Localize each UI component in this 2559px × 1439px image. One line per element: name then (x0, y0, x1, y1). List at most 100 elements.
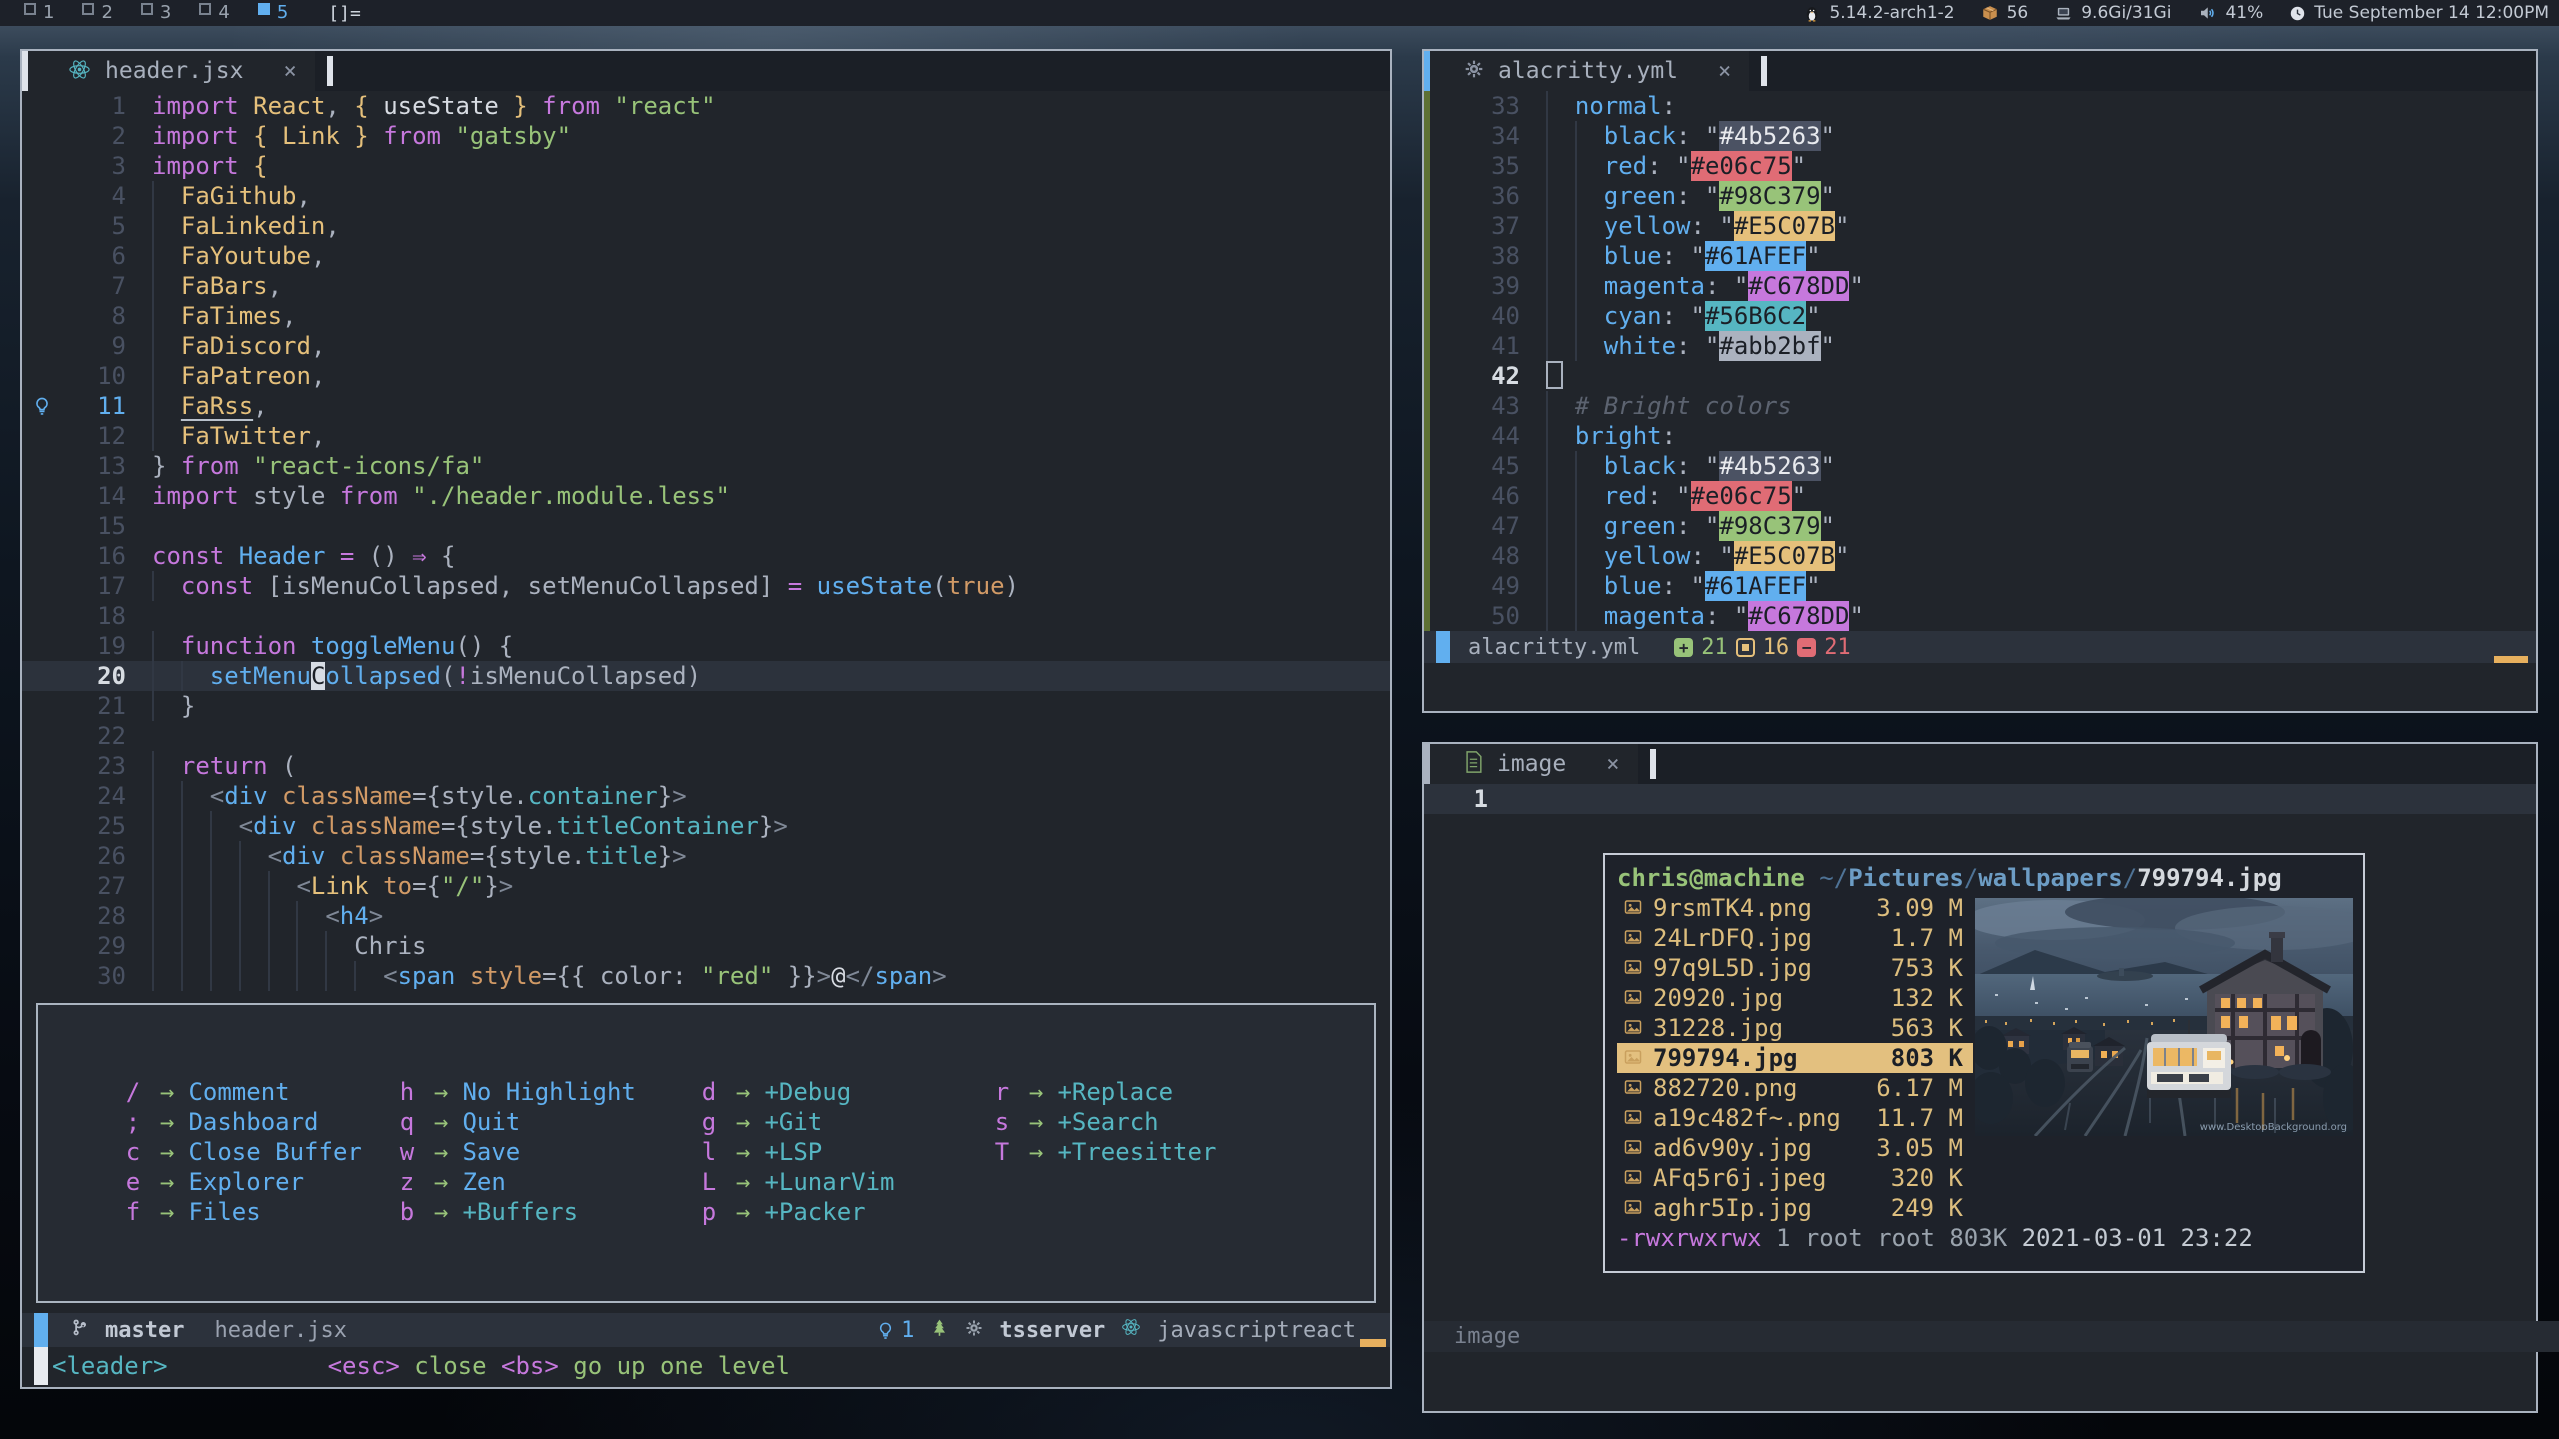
code-area-left[interactable]: 1import React, { useState } from "react"… (22, 91, 1390, 991)
code-text: FaDiscord, (152, 331, 325, 361)
code-line[interactable]: 25<div className={style.titleContainer}> (22, 811, 1390, 841)
code-line[interactable]: 38blue: "#61AFEF" (1424, 241, 2536, 271)
code-line[interactable]: 50magenta: "#C678DD" (1424, 601, 2536, 631)
code-line[interactable]: 43# Bright colors (1424, 391, 2536, 421)
code-area-image[interactable]: 1 (1424, 784, 2536, 814)
code-line[interactable]: 34black: "#4b5263" (1424, 121, 2536, 151)
tab-image[interactable]: image × (1430, 744, 1638, 784)
code-line[interactable]: 11FaRss, (22, 391, 1390, 421)
status-modules: 5.14.2-arch1-2569.6Gi/31Gi41%Tue Septemb… (1803, 3, 2549, 23)
code-line[interactable]: 2import { Link } from "gatsby" (22, 121, 1390, 151)
code-area-alacritty[interactable]: 33normal:34black: "#4b5263"35red: "#e06c… (1424, 91, 2536, 631)
indent-guide (239, 931, 268, 961)
code-line[interactable]: 3import { (22, 151, 1390, 181)
code-line[interactable]: 39magenta: "#C678DD" (1424, 271, 2536, 301)
code-line[interactable]: 27<Link to={"/"}> (22, 871, 1390, 901)
tab-headerjsx[interactable]: header.jsx × (28, 51, 315, 91)
code-line[interactable]: 30<span style={{ color: "red" }}>@</span… (22, 961, 1390, 991)
close-icon[interactable]: × (1718, 59, 1731, 84)
code-line[interactable]: 35red: "#e06c75" (1424, 151, 2536, 181)
code-line[interactable]: 19function toggleMenu() { (22, 631, 1390, 661)
file-row-selected[interactable]: 799794.jpg803 K (1617, 1043, 1973, 1073)
indent-guide (296, 931, 325, 961)
code-text: normal: (1546, 91, 1676, 121)
code-text: import style from "./header.module.less" (152, 481, 730, 511)
workspace-button-2[interactable]: 2 (72, 2, 122, 24)
code-line[interactable]: 8FaTimes, (22, 301, 1390, 331)
volume-icon (2197, 4, 2217, 22)
file-row[interactable]: ad6v90y.jpg3.05 M (1617, 1133, 1973, 1163)
code-line[interactable]: 40cyan: "#56B6C2" (1424, 301, 2536, 331)
code-line[interactable]: 16const Header = () ⇒ { (22, 541, 1390, 571)
file-row[interactable]: 20920.jpg132 K (1617, 983, 1973, 1013)
code-line[interactable]: 45black: "#4b5263" (1424, 451, 2536, 481)
lightbulb-icon[interactable] (32, 394, 52, 424)
code-text: FaTimes, (152, 301, 297, 331)
code-line[interactable]: 18 (22, 601, 1390, 631)
code-line[interactable]: 4FaGithub, (22, 181, 1390, 211)
code-line[interactable]: 6FaYoutube, (22, 241, 1390, 271)
code-line[interactable]: 44bright: (1424, 421, 2536, 451)
line-number: 21 (97, 691, 126, 721)
code-line[interactable]: 48yellow: "#E5C07B" (1424, 541, 2536, 571)
file-row[interactable]: 31228.jpg563 K (1617, 1013, 1973, 1043)
code-line[interactable]: 23return ( (22, 751, 1390, 781)
file-row[interactable]: 97q9L5D.jpg753 K (1617, 953, 1973, 983)
file-row[interactable]: a19c482f~.png11.7 M (1617, 1103, 1973, 1133)
file-icon (1464, 751, 1483, 777)
code-line[interactable]: 26<div className={style.title}> (22, 841, 1390, 871)
whichkey-binding: /→Comment (120, 1077, 394, 1107)
code-line[interactable]: 14import style from "./header.module.les… (22, 481, 1390, 511)
code-line[interactable]: 36green: "#98C379" (1424, 181, 2536, 211)
whichkey-binding: p→+Packer (696, 1197, 989, 1227)
code-line[interactable]: 22 (22, 721, 1390, 751)
tab-alacritty[interactable]: alacritty.yml × (1430, 51, 1749, 91)
workspace-button-4[interactable]: 4 (189, 2, 239, 24)
workspace-button-1[interactable]: 1 (14, 2, 64, 24)
code-line[interactable]: 15 (22, 511, 1390, 541)
code-line[interactable]: 1 (1424, 784, 2536, 814)
code-line[interactable]: 5FaLinkedin, (22, 211, 1390, 241)
file-row[interactable]: 882720.png6.17 M (1617, 1073, 1973, 1103)
whichkey-binding: L→+LunarVim (696, 1167, 989, 1197)
line-number: 12 (97, 421, 126, 451)
code-line[interactable]: 10FaPatreon, (22, 361, 1390, 391)
code-line[interactable]: 29Chris (22, 931, 1390, 961)
diff-changed-icon (1736, 638, 1755, 657)
indent-guide (210, 871, 239, 901)
workspace-button-3[interactable]: 3 (131, 2, 181, 24)
code-line[interactable]: 47green: "#98C379" (1424, 511, 2536, 541)
file-row[interactable]: AFq5r6j.jpeg320 K (1617, 1163, 1973, 1193)
code-line[interactable]: 12FaTwitter, (22, 421, 1390, 451)
code-line[interactable]: 13} from "react-icons/fa" (22, 451, 1390, 481)
close-icon[interactable]: × (283, 59, 296, 84)
file-row[interactable]: aghr5Ip.jpg249 K (1617, 1193, 1973, 1223)
line-number: 23 (97, 751, 126, 781)
code-line[interactable]: 9FaDiscord, (22, 331, 1390, 361)
code-line[interactable]: 1import React, { useState } from "react" (22, 91, 1390, 121)
close-icon[interactable]: × (1606, 752, 1619, 777)
code-line[interactable]: 46red: "#e06c75" (1424, 481, 2536, 511)
code-line[interactable]: 20setMenuCollapsed(!isMenuCollapsed) (22, 661, 1390, 691)
code-line[interactable]: 24<div className={style.container}> (22, 781, 1390, 811)
code-text: white: "#abb2bf" (1546, 331, 1835, 361)
file-row[interactable]: 9rsmTK4.png3.09 M (1617, 893, 1973, 923)
code-line[interactable]: 17const [isMenuCollapsed, setMenuCollaps… (22, 571, 1390, 601)
code-line[interactable]: 37yellow: "#E5C07B" (1424, 211, 2536, 241)
code-line[interactable]: 7FaBars, (22, 271, 1390, 301)
indent-guide (1546, 421, 1575, 451)
workspace-button-5[interactable]: 5 (248, 2, 298, 24)
status-module: 56 (1981, 3, 2029, 23)
code-line[interactable]: 42 (1424, 361, 2536, 391)
code-line[interactable]: 33normal: (1424, 91, 2536, 121)
code-line[interactable]: 28<h4> (22, 901, 1390, 931)
file-row[interactable]: 24LrDFQ.jpg1.7 M (1617, 923, 1973, 953)
code-line[interactable]: 49blue: "#61AFEF" (1424, 571, 2536, 601)
indent-guide (239, 901, 268, 931)
image-file-icon (1617, 923, 1653, 953)
code-line[interactable]: 21} (22, 691, 1390, 721)
code-line[interactable]: 41white: "#abb2bf" (1424, 331, 2536, 361)
workspace-list: 12345 (14, 2, 298, 24)
indent-guide (1546, 121, 1575, 151)
status-module: 41% (2197, 3, 2263, 23)
